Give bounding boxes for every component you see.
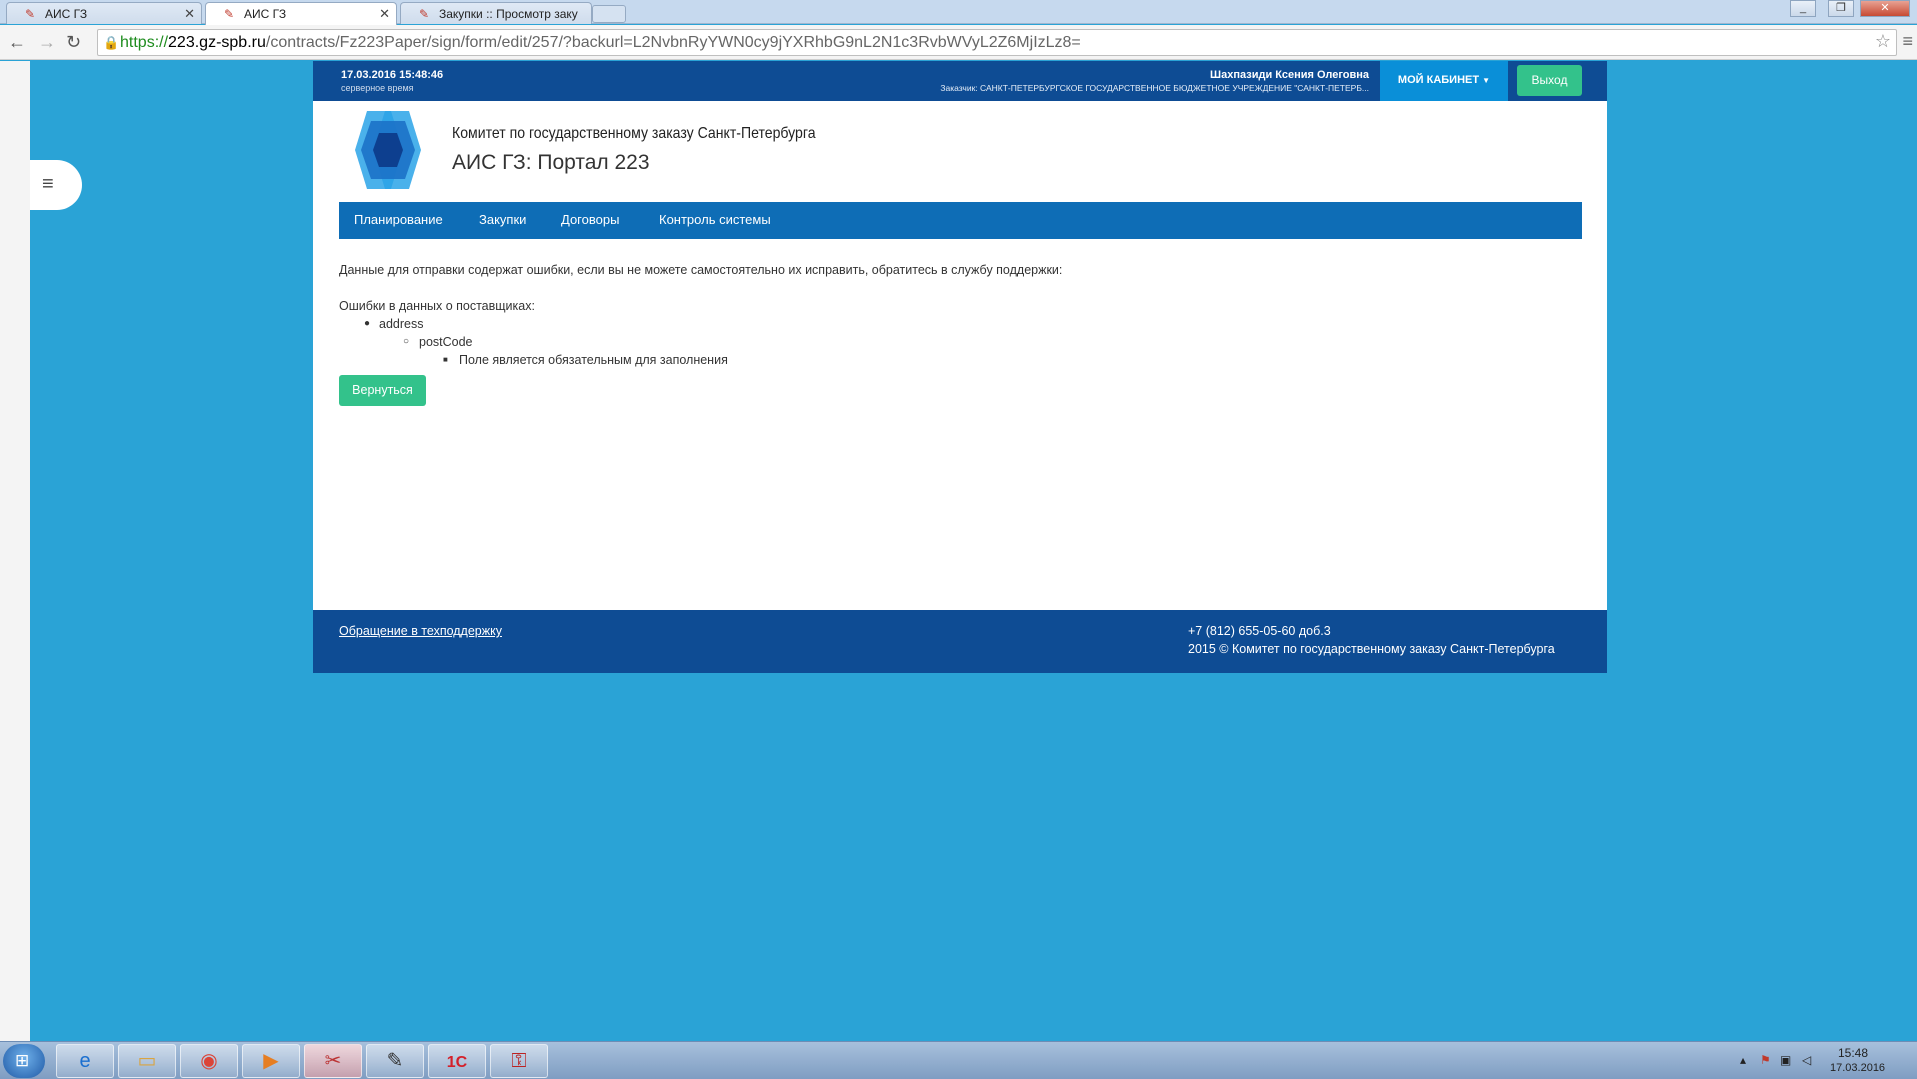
customer-org: Заказчик: САНКТ-ПЕТЕРБУРГСКОЕ ГОСУДАРСТВ…: [940, 83, 1369, 93]
url-path: /contracts/Fz223Paper/sign/form/edit/257…: [265, 34, 1081, 51]
server-datetime: 17.03.2016 15:48:46: [341, 69, 444, 81]
reload-icon[interactable]: ↻: [66, 33, 81, 51]
action-center-icon[interactable]: ⚑: [1760, 1053, 1771, 1067]
windows-taskbar: ⊞ e ▭ ◉ ▶ ✂ ✎ 1C ⚿ ▴ ⚑ ▣ ◁ 15:48 17.03.2…: [0, 1041, 1917, 1079]
support-phone: +7 (812) 655-05-60 доб.3: [1188, 624, 1331, 638]
site-favicon-icon: ✎: [25, 7, 36, 21]
copyright: 2015 © Комитет по государственному заказ…: [1188, 642, 1555, 656]
error-message: Поле является обязательным для заполнени…: [459, 353, 728, 367]
errors-heading: Ошибки в данных о поставщиках:: [339, 299, 535, 313]
url-host: 223.gz-spb.ru: [168, 34, 266, 51]
user-name: Шахпазиди Ксения Олеговна: [1210, 69, 1369, 81]
nav-item-system-control[interactable]: Контроль системы: [659, 212, 771, 227]
browser-tab-1[interactable]: ✎ АИС ГЗ ✕: [6, 2, 202, 24]
system-tray: ▴ ⚑ ▣ ◁ 15:48 17.03.2016: [1730, 1044, 1917, 1078]
new-tab-button[interactable]: [592, 5, 626, 23]
explorer-icon[interactable]: ▭: [118, 1044, 176, 1078]
portal-footer: Обращение в техподдержку +7 (812) 655-05…: [313, 610, 1607, 673]
nav-item-purchases[interactable]: Закупки: [479, 212, 526, 227]
tab-title: АИС ГЗ: [45, 7, 88, 21]
minimize-button[interactable]: _: [1790, 0, 1816, 17]
portal-container: 17.03.2016 15:48:46 серверное время Шахп…: [313, 61, 1607, 673]
main-nav: Планирование Закупки Договоры Контроль с…: [339, 202, 1582, 239]
close-tab-icon[interactable]: ✕: [379, 6, 390, 22]
return-button[interactable]: Вернуться: [339, 375, 426, 406]
my-cabinet-label: МОЙ КАБИНЕТ: [1397, 74, 1480, 86]
forward-icon[interactable]: →: [38, 33, 56, 51]
browser-menu-icon[interactable]: ≡: [1902, 31, 1913, 52]
tab-title: АИС ГЗ: [244, 7, 287, 21]
bullet-square-icon: ■: [443, 355, 448, 364]
error-field-level1: address: [379, 317, 424, 331]
app-1c-icon[interactable]: 1C: [428, 1044, 486, 1078]
nav-item-contracts[interactable]: Договоры: [561, 212, 619, 227]
portal-title: АИС ГЗ: Портал 223: [452, 151, 650, 174]
volume-icon[interactable]: ◁: [1802, 1053, 1811, 1067]
app-key-icon[interactable]: ⚿: [490, 1044, 548, 1078]
portal-logo: [355, 111, 421, 189]
clock-date[interactable]: 17.03.2016: [1830, 1062, 1885, 1074]
org-title: Комитет по государственному заказу Санкт…: [452, 125, 816, 142]
app-scissors-icon[interactable]: ✂: [304, 1044, 362, 1078]
bullet-disc-icon: ●: [364, 318, 371, 329]
network-icon[interactable]: ▣: [1780, 1053, 1791, 1067]
browser-tab-2[interactable]: ✎ АИС ГЗ ✕: [205, 2, 397, 25]
windows-logo-icon: ⊞: [15, 1051, 30, 1070]
portal-top-bar: 17.03.2016 15:48:46 серверное время Шахп…: [313, 61, 1607, 101]
site-favicon-icon: ✎: [224, 7, 235, 21]
start-button[interactable]: ⊞: [3, 1044, 45, 1078]
browser-tab-bar: ✎ АИС ГЗ ✕ ✎ АИС ГЗ ✕ ✎ Закупки :: Просм…: [0, 0, 1917, 25]
back-icon[interactable]: ←: [8, 33, 26, 51]
server-time-label: серверное время: [341, 83, 414, 93]
exit-button[interactable]: Выход: [1517, 65, 1582, 96]
media-player-icon[interactable]: ▶: [242, 1044, 300, 1078]
bookmark-star-icon[interactable]: ☆: [1875, 31, 1891, 52]
bullet-circle-icon: ○: [403, 336, 410, 347]
site-favicon-icon: ✎: [419, 7, 430, 21]
close-window-button[interactable]: ✕: [1860, 0, 1910, 17]
nav-item-planning[interactable]: Планирование: [354, 212, 443, 227]
url-input[interactable]: 🔒 https://223.gz-spb.ru/contracts/Fz223P…: [97, 29, 1897, 56]
app-tools-icon[interactable]: ✎: [366, 1044, 424, 1078]
hamburger-icon: ≡: [42, 173, 54, 195]
close-tab-icon[interactable]: ✕: [184, 6, 195, 22]
ie-icon[interactable]: e: [56, 1044, 114, 1078]
browser-tab-3[interactable]: ✎ Закупки :: Просмотр заку: [400, 2, 592, 24]
tray-expand-icon[interactable]: ▴: [1740, 1053, 1746, 1067]
clock-time[interactable]: 15:48: [1838, 1046, 1868, 1060]
restore-button[interactable]: ❐: [1828, 0, 1854, 17]
error-field-level2: postCode: [419, 335, 473, 349]
caret-down-icon: ▼: [1482, 76, 1491, 85]
error-intro: Данные для отправки содержат ошибки, есл…: [339, 263, 1063, 277]
address-bar: ← → ↻ 🔒 https://223.gz-spb.ru/contracts/…: [0, 25, 1917, 60]
support-link[interactable]: Обращение в техподдержку: [339, 624, 502, 638]
tab-title: Закупки :: Просмотр заку: [439, 7, 578, 21]
lock-icon: 🔒: [103, 35, 120, 50]
url-scheme: https://: [120, 34, 169, 51]
my-cabinet-button[interactable]: МОЙ КАБИНЕТ ▼: [1380, 61, 1508, 101]
browser-left-strip: [0, 61, 30, 1041]
sidebar-toggle-button[interactable]: ≡: [30, 160, 82, 210]
chrome-icon[interactable]: ◉: [180, 1044, 238, 1078]
